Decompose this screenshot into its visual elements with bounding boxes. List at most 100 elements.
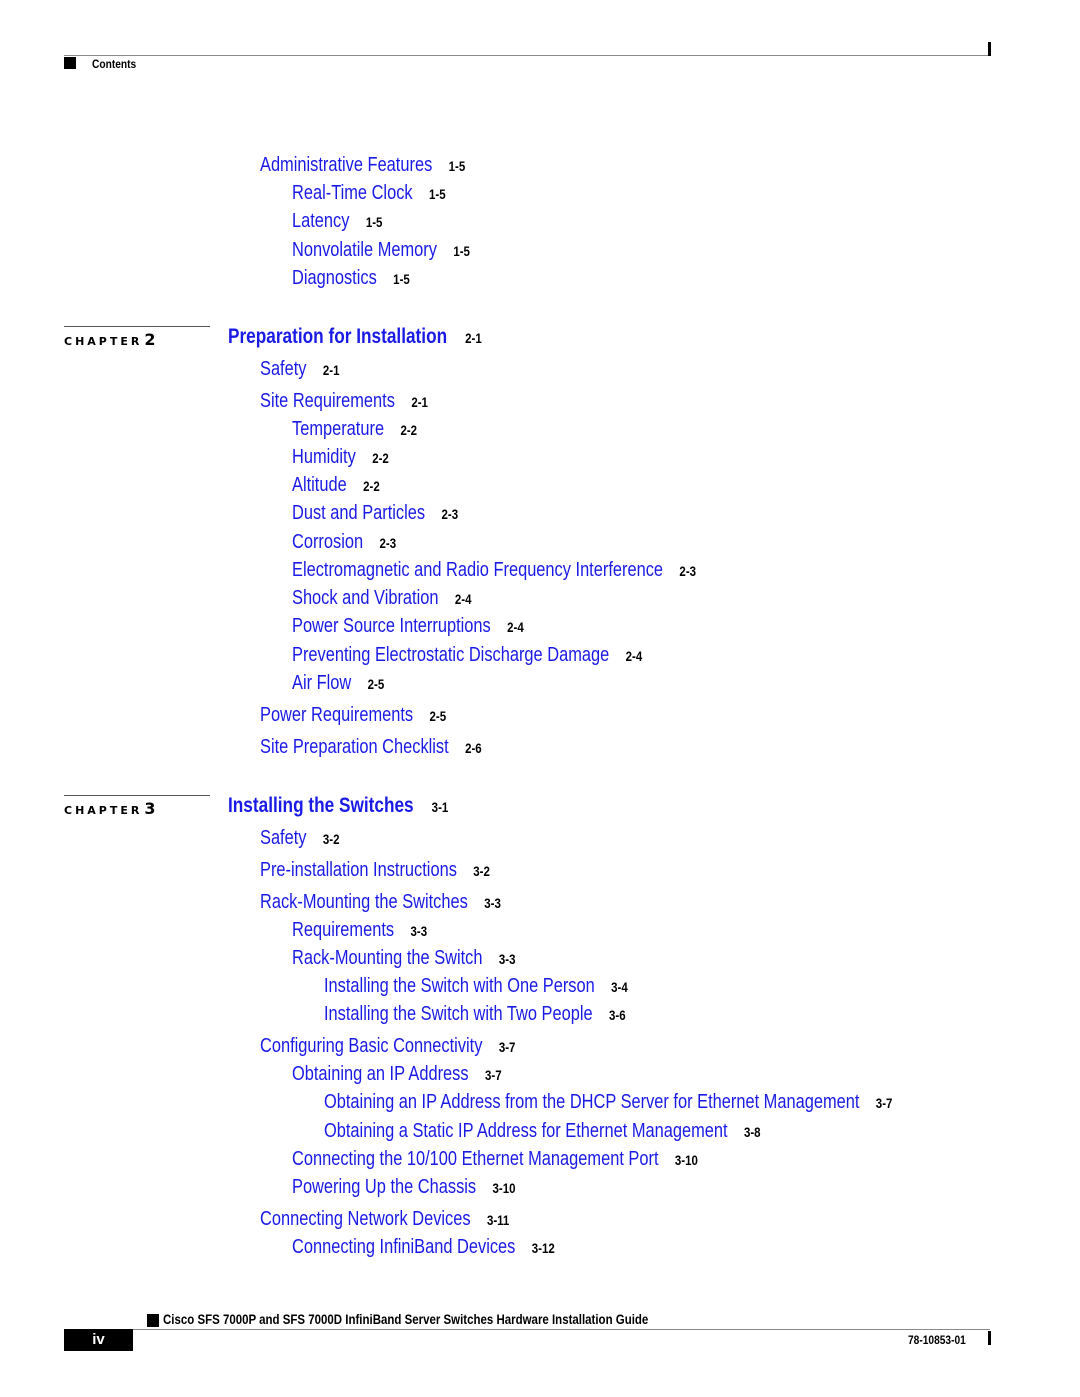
toc-entry-title[interactable]: Administrative Features bbox=[260, 154, 432, 176]
toc-entry[interactable]: Obtaining a Static IP Address for Ethern… bbox=[324, 1119, 761, 1144]
toc-entry[interactable]: Humidity 2-2 bbox=[292, 445, 389, 470]
toc-entry[interactable]: Installing the Switch with One Person 3-4 bbox=[324, 974, 628, 999]
chapter-title[interactable]: Installing the Switches bbox=[228, 794, 414, 817]
toc-entry-page: 2-2 bbox=[363, 478, 380, 494]
toc-entry-title[interactable]: Air Flow bbox=[292, 672, 351, 694]
toc-entry-title[interactable]: Obtaining a Static IP Address for Ethern… bbox=[324, 1120, 728, 1142]
toc-entry-title[interactable]: Latency bbox=[292, 210, 349, 232]
toc-entry[interactable]: Configuring Basic Connectivity 3-7 bbox=[260, 1034, 515, 1059]
chapter-rule bbox=[64, 795, 210, 796]
toc-entry-title[interactable]: Nonvolatile Memory bbox=[292, 239, 437, 261]
chapter-page: 2-1 bbox=[465, 330, 482, 346]
toc-entry[interactable]: Electromagnetic and Radio Frequency Inte… bbox=[292, 558, 696, 583]
toc-entry[interactable]: Nonvolatile Memory 1-5 bbox=[292, 238, 470, 263]
toc-entry-title[interactable]: Power Source Interruptions bbox=[292, 615, 491, 637]
toc-entry-page: 2-6 bbox=[465, 740, 482, 756]
toc-entry-title[interactable]: Configuring Basic Connectivity bbox=[260, 1035, 482, 1057]
toc-entry-title[interactable]: Safety bbox=[260, 827, 306, 849]
toc-entry[interactable]: Powering Up the Chassis 3-10 bbox=[292, 1175, 516, 1200]
toc-entry-title[interactable]: Preventing Electrostatic Discharge Damag… bbox=[292, 644, 609, 666]
toc-entry-title[interactable]: Site Requirements bbox=[260, 390, 395, 412]
change-bar-mark bbox=[988, 1331, 991, 1345]
toc-entry[interactable]: Obtaining an IP Address 3-7 bbox=[292, 1062, 502, 1087]
toc-entry[interactable]: Power Source Interruptions 2-4 bbox=[292, 614, 524, 639]
toc-entry[interactable]: Administrative Features 1-5 bbox=[260, 153, 465, 178]
toc-entry[interactable]: Connecting InfiniBand Devices 3-12 bbox=[292, 1235, 555, 1260]
toc-entry[interactable]: Safety 3-2 bbox=[260, 826, 339, 851]
toc-entry[interactable]: Dust and Particles 2-3 bbox=[292, 501, 458, 526]
toc-entry-title[interactable]: Electromagnetic and Radio Frequency Inte… bbox=[292, 559, 663, 581]
toc-entry[interactable]: Connecting Network Devices 3-11 bbox=[260, 1207, 509, 1232]
toc-entry-page: 3-6 bbox=[609, 1007, 626, 1023]
toc-entry-title[interactable]: Humidity bbox=[292, 446, 356, 468]
toc-entry[interactable]: Connecting the 10/100 Ethernet Managemen… bbox=[292, 1147, 698, 1172]
toc-entry-title[interactable]: Rack-Mounting the Switches bbox=[260, 891, 468, 913]
toc-entry[interactable]: Safety 2-1 bbox=[260, 357, 339, 382]
chapter-title[interactable]: Preparation for Installation bbox=[228, 325, 447, 348]
toc-entry-title[interactable]: Connecting InfiniBand Devices bbox=[292, 1236, 515, 1258]
toc-entry[interactable]: Rack-Mounting the Switch 3-3 bbox=[292, 946, 516, 971]
toc-entry-title[interactable]: Installing the Switch with Two People bbox=[324, 1003, 593, 1025]
toc-entry-title[interactable]: Safety bbox=[260, 358, 306, 380]
footer-square-icon bbox=[147, 1314, 159, 1327]
toc-entry-title[interactable]: Installing the Switch with One Person bbox=[324, 975, 595, 997]
toc-entry-title[interactable]: Real-Time Clock bbox=[292, 182, 413, 204]
toc-entry[interactable]: Air Flow 2-5 bbox=[292, 671, 384, 696]
chapter-title-entry[interactable]: Preparation for Installation 2-1 bbox=[228, 325, 482, 350]
toc-entry-title[interactable]: Connecting the 10/100 Ethernet Managemen… bbox=[292, 1148, 659, 1170]
chapter-title-entry[interactable]: Installing the Switches 3-1 bbox=[228, 794, 448, 819]
toc-entry-page: 2-5 bbox=[367, 676, 385, 692]
toc-entry[interactable]: Site Preparation Checklist 2-6 bbox=[260, 735, 482, 760]
toc-entry[interactable]: Altitude 2-2 bbox=[292, 473, 380, 498]
toc-entry[interactable]: Pre-installation Instructions 3-2 bbox=[260, 858, 490, 883]
toc-entry-page: 1-5 bbox=[365, 214, 383, 230]
toc-entry[interactable]: Obtaining an IP Address from the DHCP Se… bbox=[324, 1090, 892, 1115]
toc-entry[interactable]: Installing the Switch with Two People 3-6 bbox=[324, 1002, 626, 1027]
toc-entry-page: 3-8 bbox=[743, 1124, 761, 1140]
chapter-page: 3-1 bbox=[431, 799, 449, 815]
toc-entry-title[interactable]: Obtaining an IP Address bbox=[292, 1063, 469, 1085]
toc-entry[interactable]: Requirements 3-3 bbox=[292, 918, 427, 943]
toc-entry-title[interactable]: Dust and Particles bbox=[292, 502, 425, 524]
toc-entry-page: 2-3 bbox=[441, 506, 459, 522]
toc-entry-title[interactable]: Powering Up the Chassis bbox=[292, 1176, 476, 1198]
chapter-label: CHAPTER 2 bbox=[64, 330, 155, 349]
toc-entry-page: 3-7 bbox=[498, 1039, 516, 1055]
toc-entry-page: 3-4 bbox=[611, 979, 628, 995]
toc-entry-title[interactable]: Altitude bbox=[292, 474, 347, 496]
toc-entry-page: 1-5 bbox=[453, 243, 470, 259]
toc-entry-title[interactable]: Requirements bbox=[292, 919, 394, 941]
toc-entry[interactable]: Rack-Mounting the Switches 3-3 bbox=[260, 890, 501, 915]
chapter-rule bbox=[64, 326, 210, 327]
toc-entry[interactable]: Site Requirements 2-1 bbox=[260, 389, 428, 414]
toc-entry-title[interactable]: Power Requirements bbox=[260, 704, 413, 726]
toc-entry[interactable]: Preventing Electrostatic Discharge Damag… bbox=[292, 643, 642, 668]
footer-rule bbox=[133, 1329, 990, 1330]
toc-entry[interactable]: Corrosion 2-3 bbox=[292, 530, 396, 555]
toc-entry[interactable]: Temperature 2-2 bbox=[292, 417, 417, 442]
toc-entry-page: 3-10 bbox=[674, 1152, 698, 1168]
toc-entry-title[interactable]: Shock and Vibration bbox=[292, 587, 438, 609]
toc-entry-title[interactable]: Rack-Mounting the Switch bbox=[292, 947, 483, 969]
toc-entry-title[interactable]: Pre-installation Instructions bbox=[260, 859, 457, 881]
toc-entry[interactable]: Diagnostics 1-5 bbox=[292, 266, 410, 291]
footer-book-title: Cisco SFS 7000P and SFS 7000D InfiniBand… bbox=[163, 1311, 649, 1327]
toc-entry-page: 2-1 bbox=[411, 394, 428, 410]
toc-entry-title[interactable]: Obtaining an IP Address from the DHCP Se… bbox=[324, 1091, 859, 1113]
toc-entry[interactable]: Real-Time Clock 1-5 bbox=[292, 181, 446, 206]
toc-entry-page: 2-2 bbox=[372, 450, 389, 466]
toc-entry[interactable]: Latency 1-5 bbox=[292, 209, 382, 234]
toc-entry[interactable]: Shock and Vibration 2-4 bbox=[292, 586, 471, 611]
toc-entry-title[interactable]: Temperature bbox=[292, 418, 384, 440]
toc-entry[interactable]: Power Requirements 2-5 bbox=[260, 703, 446, 728]
toc-entry-page: 1-5 bbox=[428, 186, 446, 202]
toc-entry-title[interactable]: Corrosion bbox=[292, 531, 363, 553]
header-rule bbox=[64, 55, 990, 56]
toc-entry-page: 1-5 bbox=[448, 158, 466, 174]
toc-entry-page: 2-4 bbox=[625, 648, 643, 664]
toc-entry-title[interactable]: Site Preparation Checklist bbox=[260, 736, 449, 758]
chapter-word: CHAPTER bbox=[64, 335, 143, 348]
toc-entry-page: 3-3 bbox=[498, 951, 516, 967]
toc-entry-title[interactable]: Diagnostics bbox=[292, 267, 377, 289]
toc-entry-title[interactable]: Connecting Network Devices bbox=[260, 1208, 471, 1230]
